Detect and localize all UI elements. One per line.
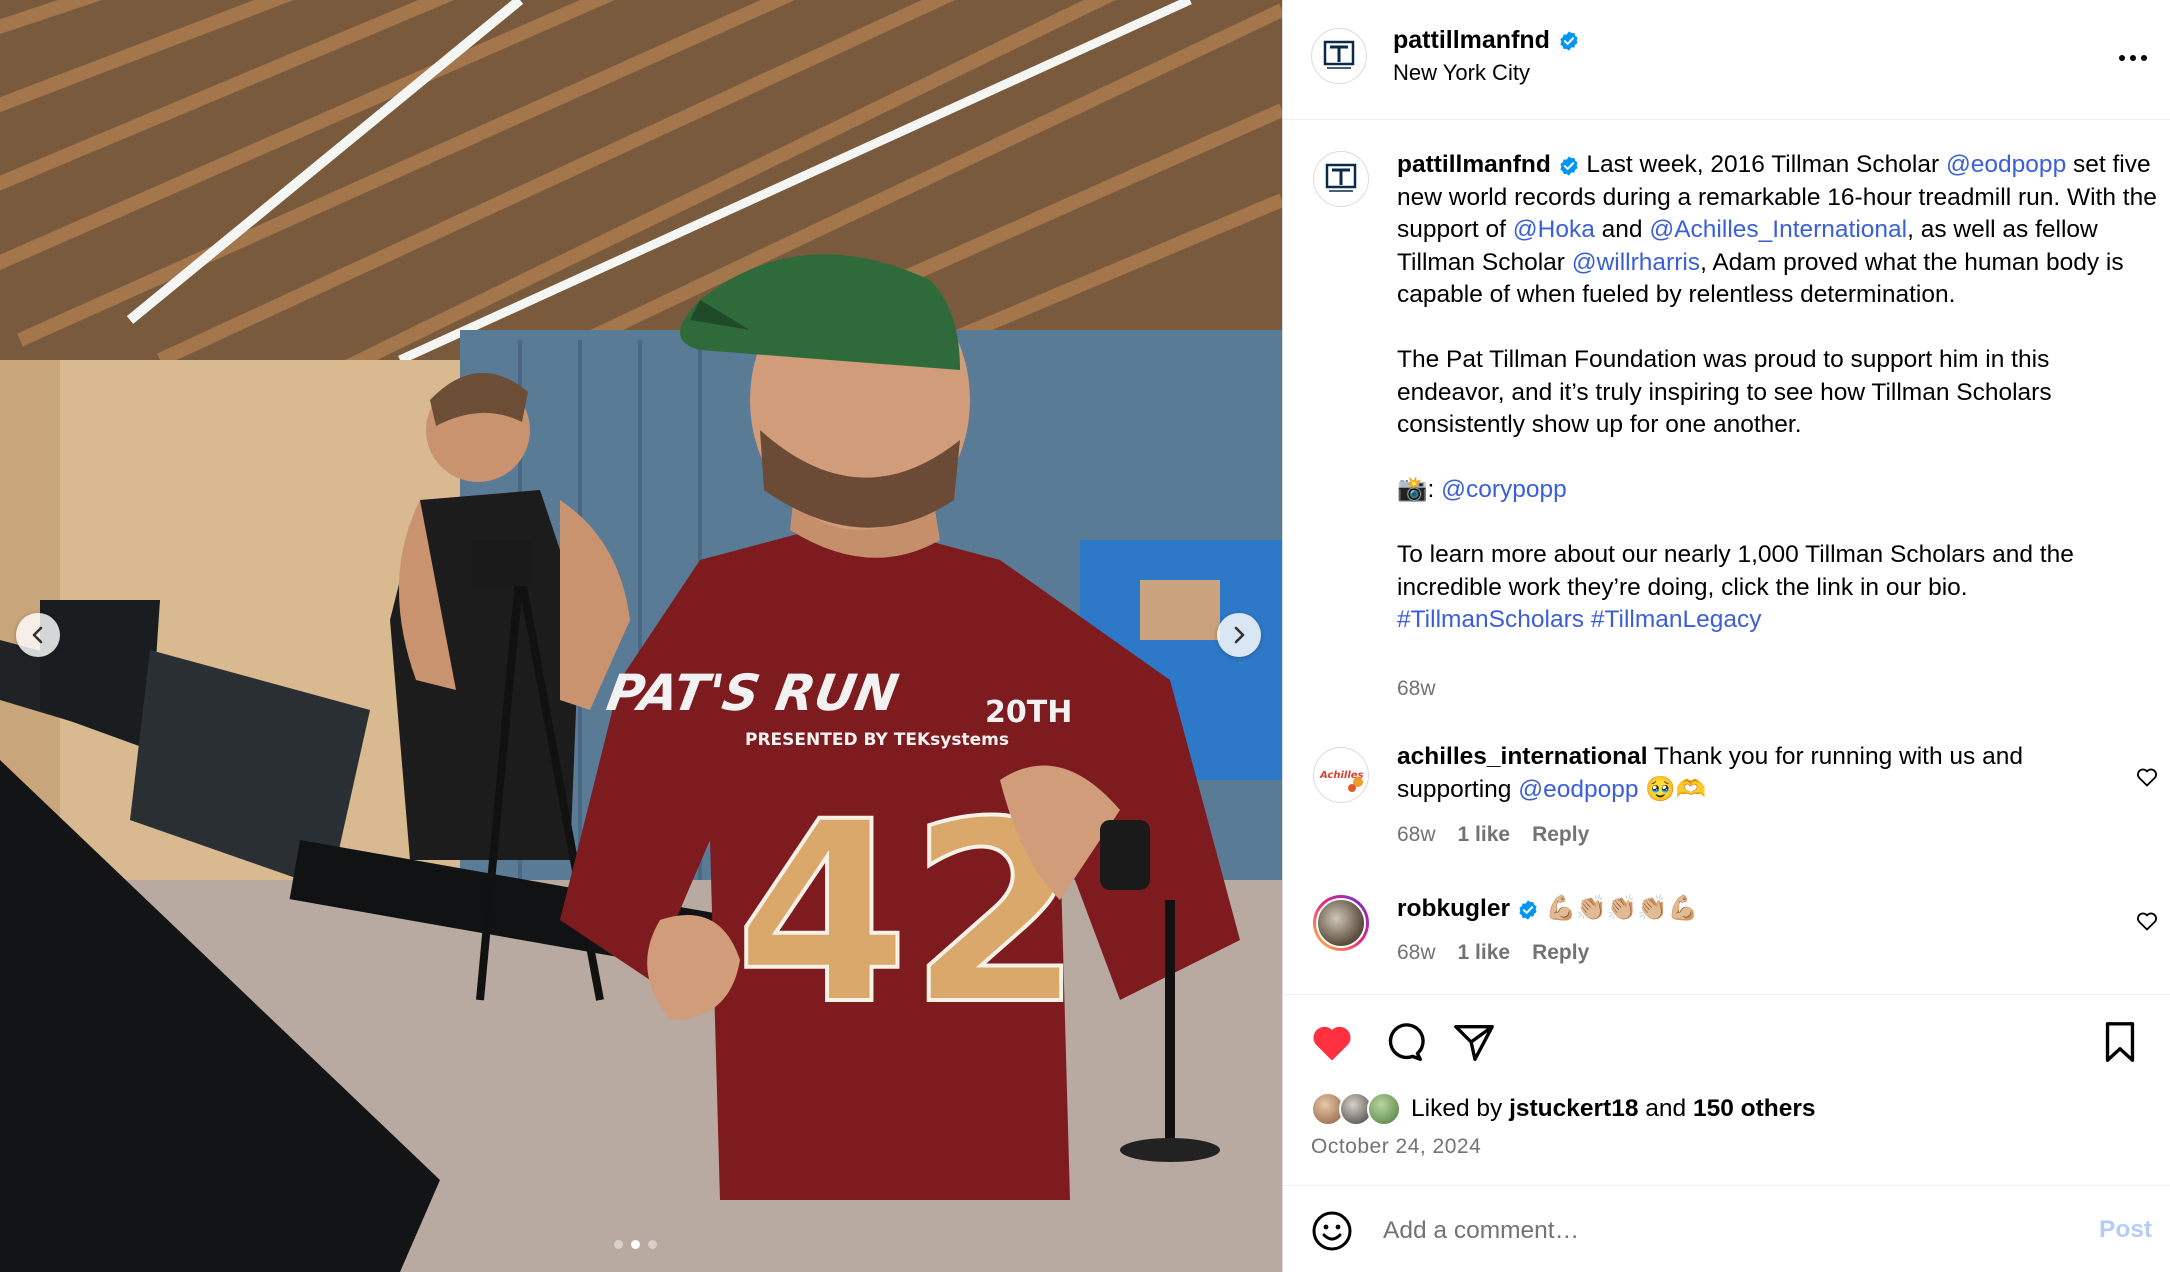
comment-input[interactable] [1383, 1208, 2003, 1254]
mention-link[interactable]: @Achilles_International [1649, 216, 1907, 243]
author-username[interactable]: pattillmanfnd [1393, 26, 1580, 55]
caption-paragraph-1: pattillmanfnd Last week, 2016 Tillman Sc… [1397, 149, 2157, 312]
chevron-left-icon [32, 626, 43, 644]
carousel-dot-active [631, 1240, 640, 1249]
instagram-post-view: PAT'S RUN 20TH PRESENTED BY TEKsystems 4… [0, 0, 2170, 1272]
author-avatar[interactable] [1311, 28, 1367, 84]
comment-item: Achilles achilles_international Thank yo… [1283, 741, 2170, 851]
post-sidebar: pattillmanfnd New York City pattillmanfn… [1282, 0, 2170, 1272]
verified-badge-icon [1519, 899, 1537, 920]
comment-emoji: 🥹🫶 [1638, 775, 1707, 803]
mention-link[interactable]: @Hoka [1513, 216, 1595, 243]
caption-text: and [1594, 216, 1650, 243]
carousel-prev-button[interactable] [16, 613, 60, 657]
caption-paragraph-3: 📸: @corypopp [1397, 474, 2157, 507]
commenter-username[interactable]: robkugler [1397, 895, 1510, 922]
caption-timestamp[interactable]: 68w [1397, 677, 1436, 701]
commenter-username[interactable]: achilles_international [1397, 743, 1648, 770]
comment-timestamp[interactable]: 68w [1397, 823, 1436, 847]
caption-paragraph-2: The Pat Tillman Foundation was proud to … [1397, 346, 2052, 438]
comment-meta: 68w 1 like Reply [1397, 941, 1589, 965]
liked-by-and: and [1638, 1095, 1693, 1122]
comment-body: achilles_international Thank you for run… [1397, 741, 2097, 806]
more-options-icon [2119, 55, 2147, 61]
svg-text:20TH: 20TH [985, 695, 1072, 730]
reply-button[interactable]: Reply [1532, 823, 1589, 847]
liked-by-row: Liked by jstuckert18 and 150 others [1311, 1092, 1816, 1126]
like-comment-icon[interactable] [2135, 765, 2159, 789]
caption-text: To learn more about our nearly 1,000 Til… [1397, 541, 2074, 601]
liked-by-label: Liked by [1411, 1095, 1510, 1122]
reply-button[interactable]: Reply [1532, 941, 1589, 965]
mention-link[interactable]: @eodpopp [1946, 151, 2066, 178]
post-location[interactable]: New York City [1393, 60, 1530, 86]
liked-by-others[interactable]: 150 others [1693, 1095, 1816, 1122]
comment-item: robkugler 💪🏼👏🏼👏🏼👏🏼💪🏼 68w 1 like Reply [1283, 893, 2170, 993]
mention-link[interactable]: @corypopp [1441, 476, 1567, 503]
post-header: pattillmanfnd New York City [1283, 0, 2170, 120]
comment-emoji: 💪🏼👏🏼👏🏼👏🏼💪🏼 [1538, 895, 1699, 922]
comment-body: robkugler 💪🏼👏🏼👏🏼👏🏼💪🏼 [1397, 893, 2097, 926]
comment-icon[interactable] [1381, 1019, 1427, 1065]
liked-by-user[interactable]: jstuckert18 [1509, 1095, 1638, 1122]
caption-author-username[interactable]: pattillmanfnd [1397, 151, 1551, 178]
more-options-button[interactable] [2115, 40, 2151, 76]
post-actions: Liked by jstuckert18 and 150 others Octo… [1283, 994, 2170, 1272]
comment-composer: Post [1283, 1185, 2170, 1272]
caption-author-avatar[interactable] [1313, 151, 1369, 207]
hashtag-link[interactable]: #TillmanLegacy [1591, 606, 1762, 633]
chevron-right-icon [1234, 626, 1245, 644]
verified-badge-icon [1560, 30, 1578, 51]
post-photo: PAT'S RUN 20TH PRESENTED BY TEKsystems 4… [0, 0, 1282, 1272]
author-username-text[interactable]: pattillmanfnd [1393, 26, 1550, 55]
svg-text:PAT'S RUN: PAT'S RUN [603, 663, 903, 722]
comments-scroll-area[interactable]: pattillmanfnd Last week, 2016 Tillman Sc… [1283, 121, 2170, 993]
commenter-avatar-story-ring[interactable] [1313, 895, 1369, 951]
post-comment-button[interactable]: Post [2099, 1216, 2152, 1244]
commenter-avatar-photo [1316, 898, 1366, 948]
emoji-icon[interactable] [1311, 1210, 1353, 1252]
post-caption: pattillmanfnd Last week, 2016 Tillman Sc… [1397, 149, 2157, 637]
share-icon[interactable] [1451, 1019, 1497, 1065]
svg-text:PRESENTED BY TEKsystems: PRESENTED BY TEKsystems [745, 730, 1009, 750]
comment-meta: 68w 1 like Reply [1397, 823, 1589, 847]
foundation-logo-icon [1325, 163, 1357, 192]
carousel-next-button[interactable] [1217, 613, 1261, 657]
liked-by-text: Liked by jstuckert18 and 150 others [1411, 1095, 1816, 1123]
carousel-dot [614, 1240, 623, 1249]
hashtag-link[interactable]: #TillmanScholars [1397, 606, 1584, 633]
bookmark-icon[interactable] [2097, 1019, 2143, 1065]
photo-credit-label: 📸: [1397, 476, 1442, 503]
like-comment-icon[interactable] [2135, 909, 2159, 933]
comment-likes[interactable]: 1 like [1458, 823, 1511, 847]
verified-badge-icon [1559, 155, 1578, 176]
caption-text: Last week, 2016 Tillman Scholar [1579, 151, 1946, 178]
carousel-indicator [614, 1240, 657, 1249]
heart-filled-icon[interactable] [1309, 1019, 1355, 1065]
comment-likes[interactable]: 1 like [1458, 941, 1511, 965]
comment-timestamp[interactable]: 68w [1397, 941, 1436, 965]
caption-paragraph-4: To learn more about our nearly 1,000 Til… [1397, 539, 2157, 637]
commenter-avatar[interactable]: Achilles [1313, 747, 1369, 803]
liker-avatar[interactable] [1367, 1092, 1401, 1126]
foundation-logo-icon [1323, 40, 1355, 69]
achilles-logo-icon: Achilles [1319, 770, 1364, 792]
post-date[interactable]: October 24, 2024 [1311, 1135, 1481, 1159]
mention-link[interactable]: @willrharris [1572, 249, 1700, 276]
mention-link[interactable]: @eodpopp [1518, 776, 1638, 803]
carousel-dot [648, 1240, 657, 1249]
post-media[interactable]: PAT'S RUN 20TH PRESENTED BY TEKsystems 4… [0, 0, 1282, 1272]
